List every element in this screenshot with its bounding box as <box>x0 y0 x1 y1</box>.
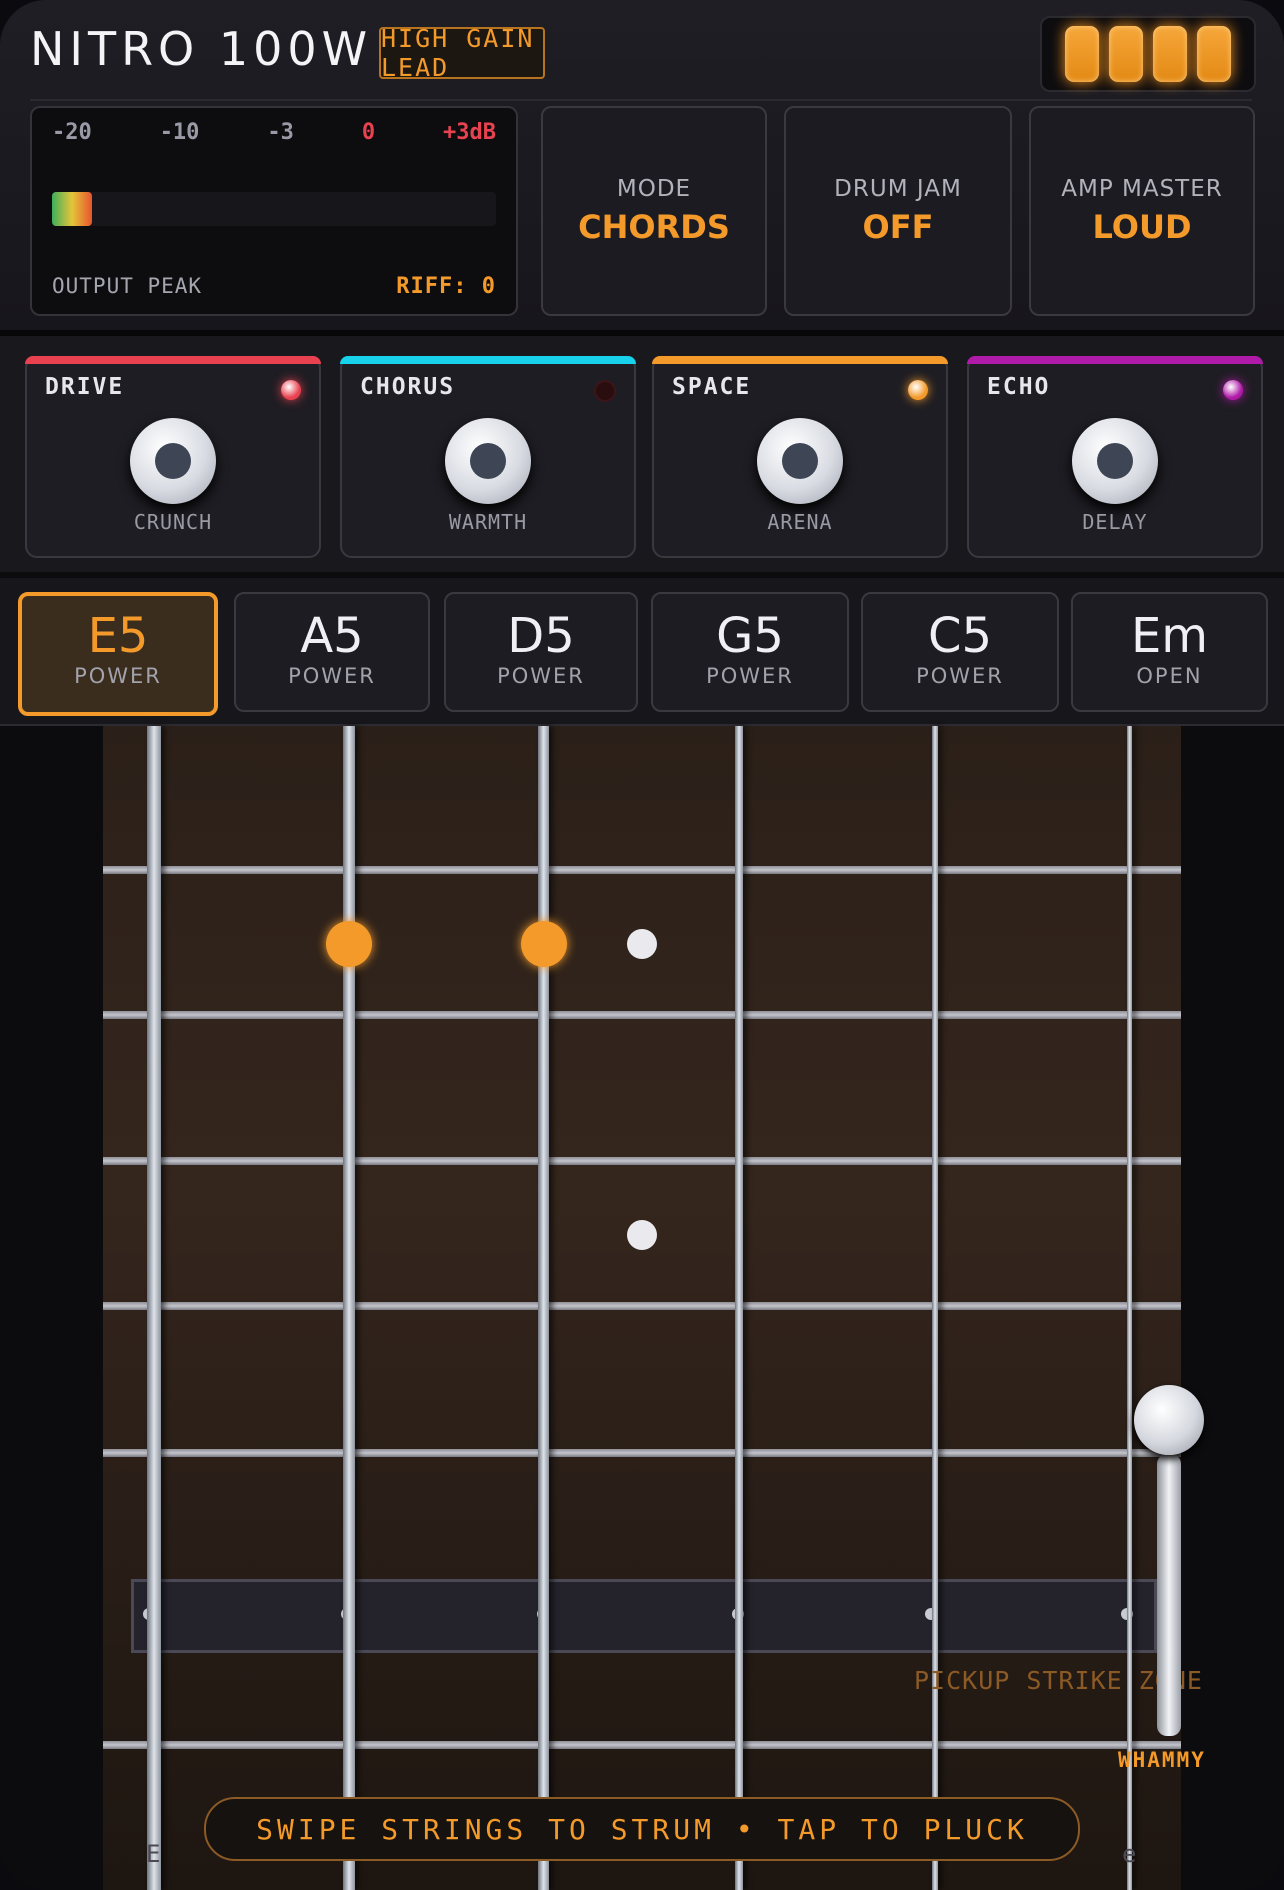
knob-cap <box>155 443 191 479</box>
meter-tick: -3 <box>267 120 294 145</box>
fret-wire <box>103 1449 1181 1457</box>
switch-label: AMP MASTER <box>1061 176 1223 202</box>
chord-name: Em <box>1130 608 1209 664</box>
preset-badge[interactable]: HIGH GAIN LEAD <box>379 24 545 82</box>
crunch-knob[interactable] <box>130 418 216 504</box>
instruction-hint: SWIPE STRINGS TO STRUM • TAP TO PLUCK <box>204 1797 1080 1861</box>
amp-app: NITRO 100W HIGH GAIN LEAD -20 -10 -3 0 +… <box>0 0 1284 1890</box>
string-name-label: E <box>146 1840 161 1868</box>
meter-tick: 0 <box>361 120 376 145</box>
fx-name: SPACE <box>672 374 752 400</box>
knob-label: ARENA <box>767 510 833 534</box>
fret-wire <box>103 866 1181 874</box>
string-2[interactable] <box>932 726 938 1890</box>
whammy-label: WHAMMY <box>1118 1748 1206 1772</box>
chord-button-d5[interactable]: D5 POWER <box>444 592 638 712</box>
fx-pedal-chorus[interactable]: CHORUS WARMTH <box>340 356 636 558</box>
meter-track <box>52 192 496 226</box>
fx-name: DRIVE <box>45 374 125 400</box>
led-indicator-icon <box>594 380 616 402</box>
knob-label: DELAY <box>1082 510 1148 534</box>
tube-icon <box>1197 26 1231 82</box>
led-indicator-icon <box>1223 380 1243 400</box>
meter-label: OUTPUT PEAK <box>52 274 203 298</box>
knob-cap <box>470 443 506 479</box>
chord-type: POWER <box>288 664 376 688</box>
switch-label: DRUM JAM <box>834 176 962 202</box>
switch-label: MODE <box>616 176 692 202</box>
fret-inlay-marker <box>627 929 657 959</box>
chord-name: D5 <box>507 608 575 664</box>
chord-type: POWER <box>706 664 794 688</box>
knob-cap <box>1097 443 1133 479</box>
switch-value: OFF <box>862 208 934 246</box>
meter-tick: -20 <box>52 120 92 145</box>
string-5[interactable] <box>343 726 355 1890</box>
fret-wire <box>103 1157 1181 1165</box>
string-4[interactable] <box>538 726 549 1890</box>
string-6[interactable] <box>147 726 161 1890</box>
fingered-note-dot <box>521 921 567 967</box>
chord-type: POWER <box>74 664 162 688</box>
fx-name: ECHO <box>987 374 1051 400</box>
fx-color-strip <box>25 356 321 364</box>
chord-button-em[interactable]: Em OPEN <box>1071 592 1268 712</box>
fx-color-strip <box>652 356 948 364</box>
tube-icon <box>1109 26 1143 82</box>
fret-wire <box>103 1011 1181 1019</box>
knob-cap <box>782 443 818 479</box>
whammy-bar[interactable] <box>1157 1454 1181 1736</box>
drum-jam-switch[interactable]: DRUM JAM OFF <box>784 106 1012 316</box>
fret-wire <box>103 1302 1181 1310</box>
chord-button-a5[interactable]: A5 POWER <box>234 592 430 712</box>
header-panel: NITRO 100W HIGH GAIN LEAD -20 -10 -3 0 +… <box>0 0 1284 336</box>
string-3[interactable] <box>735 726 743 1890</box>
riff-counter: RIFF: 0 <box>396 274 496 299</box>
fx-color-strip <box>967 356 1263 364</box>
chord-button-g5[interactable]: G5 POWER <box>651 592 849 712</box>
chord-name: C5 <box>927 608 993 664</box>
string-name-label: e <box>1122 1840 1137 1868</box>
meter-scale: -20 -10 -3 0 +3dB <box>52 120 496 145</box>
chord-type: OPEN <box>1136 664 1203 688</box>
meter-tick: +3dB <box>443 120 496 145</box>
tube-display <box>1040 16 1256 92</box>
meter-level-fill <box>52 192 92 226</box>
fingered-note-dot <box>326 921 372 967</box>
fx-pedal-drive[interactable]: DRIVE CRUNCH <box>25 356 321 558</box>
fx-name: CHORUS <box>360 374 456 400</box>
fx-pedal-echo[interactable]: ECHO DELAY <box>967 356 1263 558</box>
mode-switch[interactable]: MODE CHORDS <box>541 106 767 316</box>
chord-name: A5 <box>300 608 364 664</box>
string-1[interactable] <box>1127 726 1132 1890</box>
whammy-handle[interactable] <box>1134 1385 1204 1455</box>
chord-type: POWER <box>497 664 585 688</box>
output-meter: -20 -10 -3 0 +3dB OUTPUT PEAK RIFF: 0 <box>30 106 518 316</box>
led-indicator-icon <box>908 380 928 400</box>
fx-pedal-space[interactable]: SPACE ARENA <box>652 356 948 558</box>
fret-wire <box>103 1741 1181 1749</box>
arena-knob[interactable] <box>757 418 843 504</box>
fret-inlay-marker <box>627 1220 657 1250</box>
led-indicator-icon <box>281 380 301 400</box>
knob-label: WARMTH <box>448 510 528 534</box>
tube-icon <box>1065 26 1099 82</box>
chord-type: POWER <box>916 664 1004 688</box>
amp-title: NITRO 100W <box>30 22 373 76</box>
divider <box>30 99 1252 101</box>
chord-name: E5 <box>87 608 149 664</box>
knob-label: CRUNCH <box>133 510 213 534</box>
meter-tick: -10 <box>159 120 200 145</box>
switch-value: CHORDS <box>578 208 730 246</box>
chord-button-c5[interactable]: C5 POWER <box>861 592 1059 712</box>
amp-master-switch[interactable]: AMP MASTER LOUD <box>1029 106 1255 316</box>
fx-color-strip <box>340 356 636 364</box>
pickup-strike-zone[interactable] <box>131 1579 1157 1653</box>
switch-value: LOUD <box>1092 208 1192 246</box>
delay-knob[interactable] <box>1072 418 1158 504</box>
tube-icon <box>1153 26 1187 82</box>
warmth-knob[interactable] <box>445 418 531 504</box>
chord-name: G5 <box>716 608 784 664</box>
chord-button-e5[interactable]: E5 POWER <box>18 592 218 716</box>
